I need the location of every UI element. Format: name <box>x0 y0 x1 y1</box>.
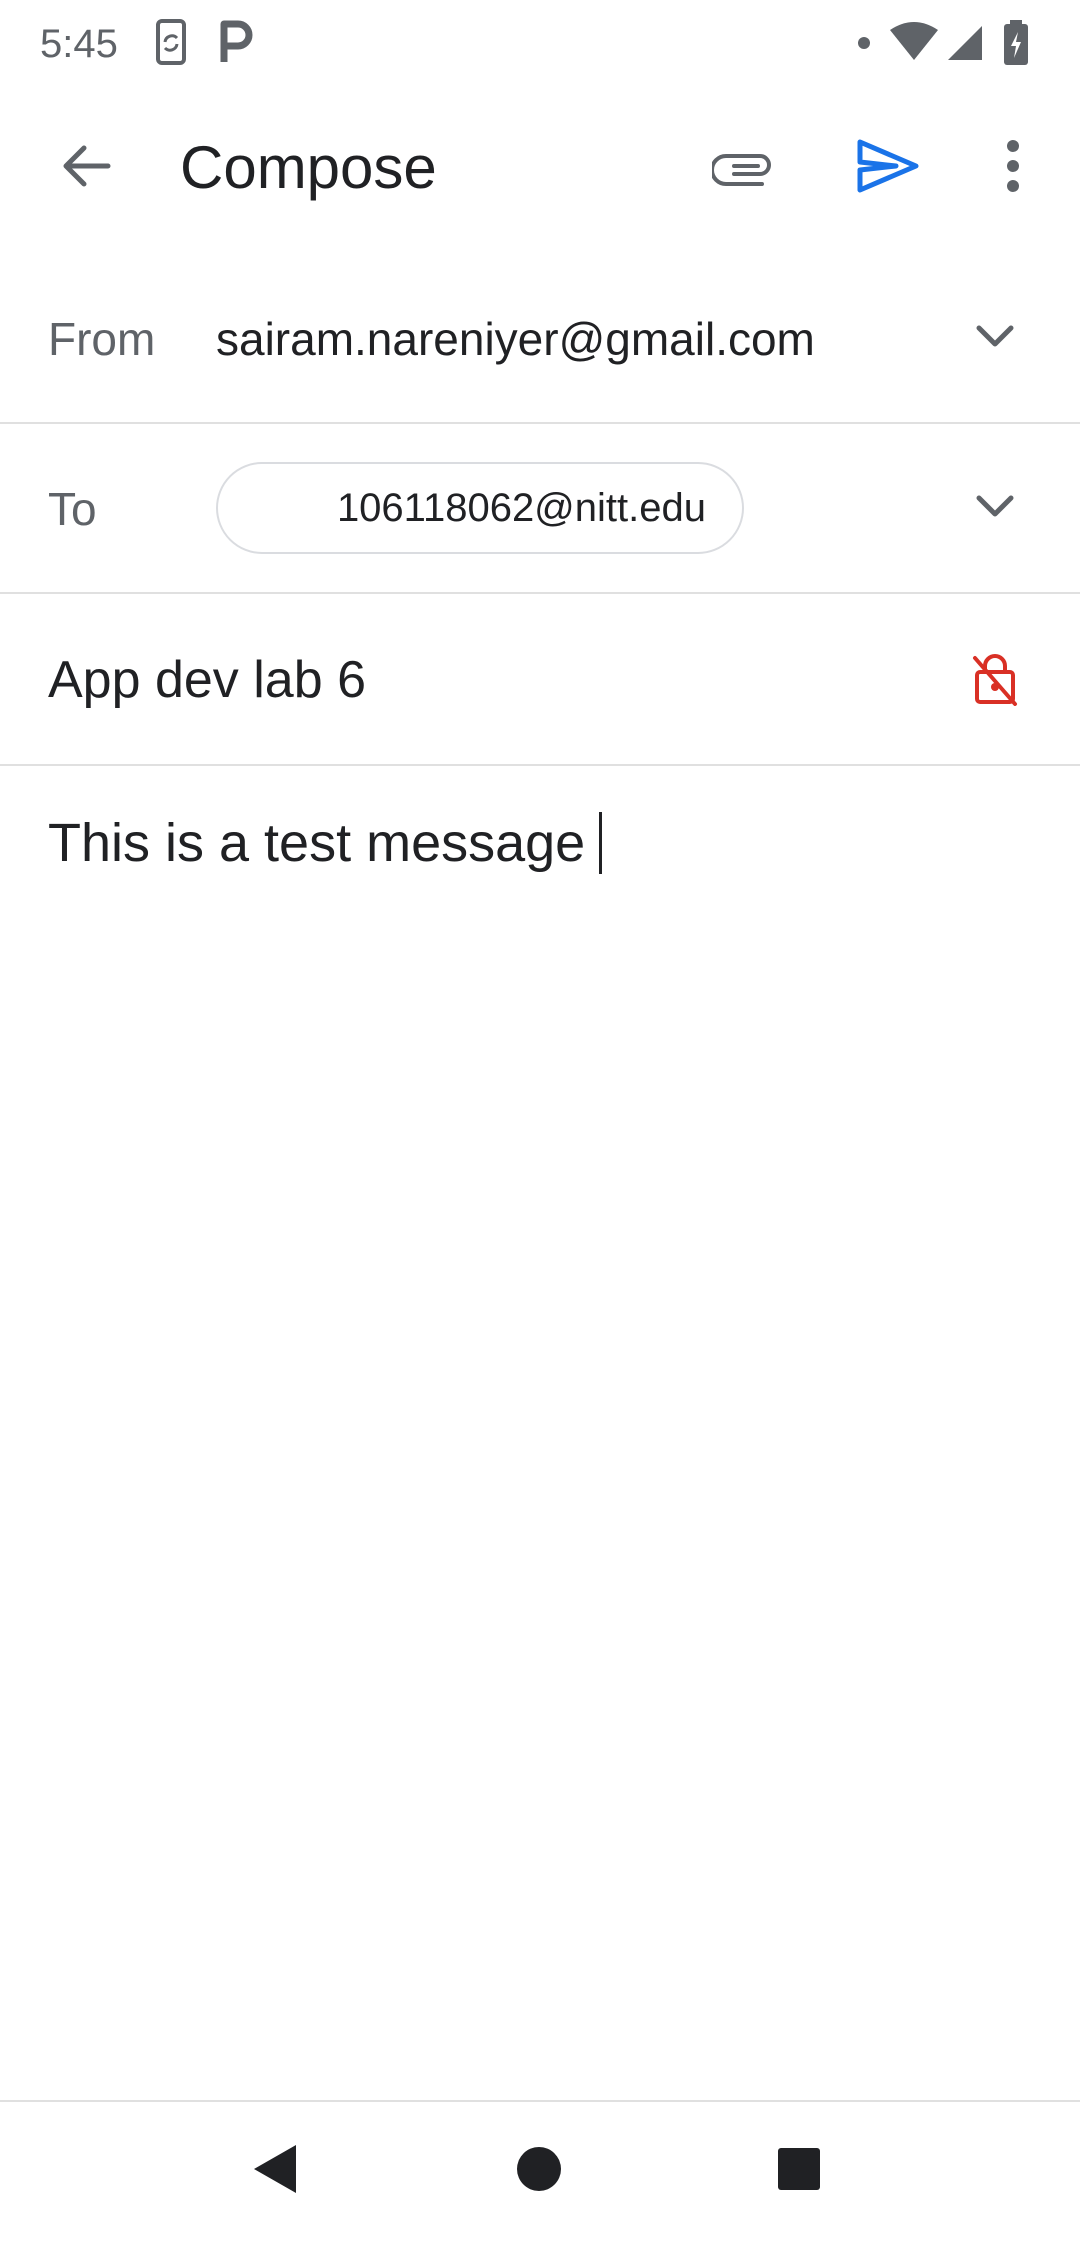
nav-home-button[interactable] <box>494 2126 584 2216</box>
chevron-down-icon <box>975 494 1015 523</box>
message-body-text: This is a test message <box>48 813 586 873</box>
nav-back-icon <box>250 2141 300 2202</box>
text-cursor <box>599 812 603 874</box>
subject-field[interactable]: App dev lab 6 <box>48 650 366 710</box>
nav-home-icon <box>515 2145 563 2198</box>
phone-sync-icon <box>152 18 192 73</box>
message-body[interactable]: This is a test message <box>48 808 603 878</box>
signal-icon <box>946 24 984 67</box>
lock-off-icon <box>971 650 1019 711</box>
recipient-chip[interactable]: 106118062@nitt.edu <box>216 462 744 554</box>
send-button[interactable] <box>844 126 932 210</box>
more-vert-icon <box>1005 138 1021 199</box>
page-title: Compose <box>180 134 437 201</box>
from-expand-button[interactable] <box>960 296 1030 380</box>
attach-icon <box>710 146 776 191</box>
wifi-icon <box>888 22 940 67</box>
notification-dot-icon <box>857 36 871 55</box>
subject-row[interactable]: App dev lab 6 <box>0 594 1080 766</box>
nav-back-button[interactable] <box>230 2126 320 2216</box>
back-arrow-icon <box>58 138 114 199</box>
back-button[interactable] <box>44 126 128 210</box>
nav-recents-icon <box>776 2146 822 2197</box>
to-row[interactable]: To 106118062@nitt.edu <box>0 424 1080 594</box>
parking-app-icon <box>218 18 254 73</box>
more-options-button[interactable] <box>978 126 1048 210</box>
nav-recents-button[interactable] <box>754 2126 844 2216</box>
send-icon <box>856 138 920 199</box>
confidential-mode-button[interactable] <box>960 638 1030 722</box>
system-nav-bar <box>0 2100 1080 2248</box>
from-label: From <box>48 313 156 365</box>
app-bar: Compose <box>0 90 1080 250</box>
attach-button[interactable] <box>700 126 788 210</box>
status-time: 5:45 <box>40 22 118 66</box>
recipient-chip-label: 106118062@nitt.edu <box>336 485 706 530</box>
battery-charging-icon <box>1002 20 1030 71</box>
chevron-down-icon <box>975 324 1015 353</box>
from-account-selector[interactable]: sairam.nareniyer@gmail.com <box>216 312 815 366</box>
to-label: To <box>48 483 97 535</box>
to-expand-button[interactable] <box>960 466 1030 550</box>
from-row: From sairam.nareniyer@gmail.com <box>0 250 1080 424</box>
status-bar: 5:45 <box>0 0 1080 90</box>
